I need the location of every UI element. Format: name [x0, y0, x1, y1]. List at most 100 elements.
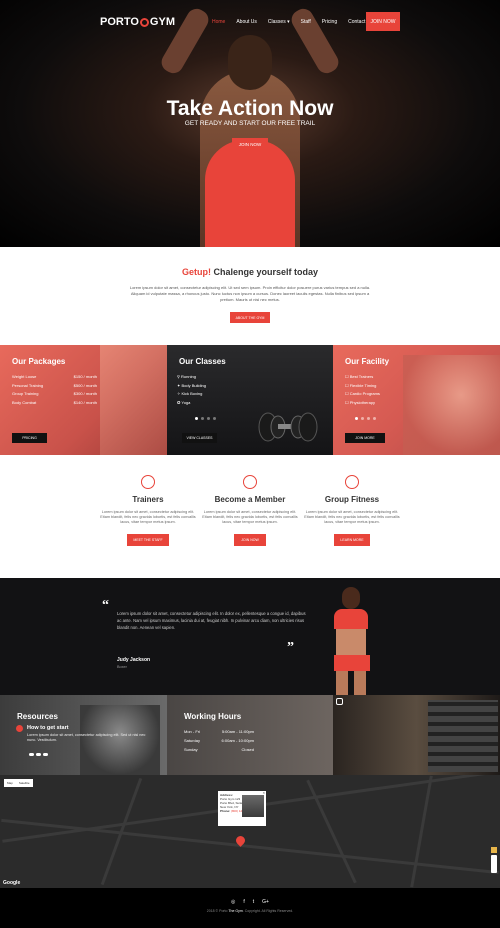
nav-pricing[interactable]: Pricing	[322, 19, 337, 25]
feature-trainers: Trainers Lorem ipsum dolor sit amet, con…	[98, 475, 198, 546]
logo-text-right: GYM	[149, 16, 175, 28]
resources-title: Resources	[17, 712, 58, 721]
footer	[0, 888, 500, 928]
feature-text: Lorem ipsum dolor sit amet, consectetur …	[304, 510, 400, 525]
package-price: $500 / month	[73, 382, 97, 388]
instagram-icon[interactable]: ◎	[231, 899, 235, 905]
view-classes-button[interactable]: VIEW CLASSES	[182, 433, 217, 443]
map-type-map[interactable]: Map	[4, 779, 16, 787]
packages-title: Our Packages	[12, 357, 66, 366]
map-type-control: Map Satellite	[4, 779, 33, 787]
hours-row: Sunday Closed	[184, 745, 254, 754]
feature-title: Group Fitness	[324, 495, 380, 504]
copyright-brand: The Gym	[228, 909, 243, 913]
package-name: Group Training	[12, 391, 39, 396]
hours-time: Closed	[241, 747, 254, 752]
hours-table: Mon - Fri 5:00am - 11:00pm Saturday 6:00am…	[184, 727, 254, 754]
classes-title: Our Classes	[179, 357, 226, 366]
meet-staff-button[interactable]: MEET THE STAFF	[127, 533, 169, 546]
package-price: $150 / month	[73, 374, 97, 379]
carousel-dot[interactable]	[195, 417, 198, 420]
facility-list: ☐ Best Trainers ☐ Flexible Timing ☐ Card…	[345, 373, 380, 407]
dumbbell-image	[258, 412, 318, 442]
class-item-label: Yoga	[181, 399, 191, 405]
hero-tanktop	[205, 140, 295, 247]
class-item[interactable]: ✪ Yoga	[177, 399, 206, 408]
social-links: ◎ f t G+	[0, 899, 500, 905]
intro-title: Getup! Chalenge yourself today	[0, 267, 500, 277]
carousel-dot[interactable]	[361, 417, 364, 420]
hero-join-button[interactable]: JOIN NOW	[232, 138, 268, 151]
join-more-button[interactable]: JOIN MORE	[345, 433, 385, 443]
carousel-dot[interactable]	[373, 417, 376, 420]
close-icon[interactable]: ×	[263, 791, 265, 795]
gym-weights-rack	[428, 700, 498, 772]
testimonial-name: Judy Jackson	[117, 657, 151, 663]
facility-item-label: Flexible Timing	[349, 382, 377, 388]
package-name: Body Combat	[12, 399, 37, 405]
copyright-prefix: 2018 © Porto	[206, 909, 229, 913]
nav-about[interactable]: About Us	[236, 19, 257, 25]
carousel-dot[interactable]	[43, 753, 48, 756]
nav-home[interactable]: Home	[212, 19, 225, 25]
classes-carousel-dots	[195, 417, 216, 420]
info-gym-photo	[242, 795, 264, 817]
package-row: Body Combat $140 / month	[12, 399, 97, 408]
map-type-satellite[interactable]: Satellite	[15, 779, 33, 787]
facebook-icon[interactable]: f	[243, 899, 244, 905]
copyright: 2018 © Porto The Gym. Copyright. All Rig…	[0, 909, 500, 913]
feature-text: Lorem ipsum dolor sit amet, consectetur …	[202, 510, 298, 525]
class-item[interactable]: ⚲ Running	[177, 373, 206, 382]
resources-panel: Resources How to get start Lorem ipsum d…	[0, 695, 167, 775]
packages-photo	[100, 345, 167, 455]
facility-item-label: Best Trainers	[349, 374, 374, 379]
zoom-control[interactable]	[491, 855, 497, 873]
feature-group-fitness: Group Fitness Lorem ipsum dolor sit amet…	[302, 475, 402, 546]
trainer-icon	[141, 475, 155, 489]
facility-item-label: Physiotherapy	[349, 399, 376, 405]
feature-text: Lorem ipsum dolor sit amet, consectetur …	[100, 510, 196, 525]
hours-row: Mon - Fri 5:00am - 11:00pm	[184, 727, 254, 736]
package-row: Group Training $300 / month	[12, 390, 97, 399]
pricing-button[interactable]: PRICING	[12, 433, 47, 443]
about-gym-button[interactable]: ABOUT THE GYM	[230, 312, 270, 323]
header-join-button[interactable]: JOIN NOW	[366, 12, 400, 31]
resource-item-title[interactable]: How to get start	[27, 725, 69, 731]
carousel-dot[interactable]	[201, 417, 204, 420]
carousel-dot[interactable]	[213, 417, 216, 420]
instagram-icon[interactable]	[336, 698, 343, 705]
google-plus-icon[interactable]: G+	[262, 899, 269, 905]
open-quote-icon: “	[102, 598, 109, 613]
class-item[interactable]: ✦ Body Building	[177, 382, 206, 391]
carousel-dot[interactable]	[36, 753, 41, 756]
carousel-dot[interactable]	[367, 417, 370, 420]
twitter-icon[interactable]: t	[253, 899, 254, 905]
nav-classes[interactable]: Classes ▾	[268, 19, 290, 25]
nav-staff[interactable]: Staff	[301, 19, 311, 25]
facility-panel: Our Facility ☐ Best Trainers ☐ Flexible …	[333, 345, 500, 455]
class-item-label: Kick Boxing	[181, 391, 203, 396]
feature-title: Trainers	[132, 495, 164, 504]
packages-panel: Our Packages Weight Loose $150 / month Pe…	[0, 345, 167, 455]
hours-day: Mon - Fri	[184, 729, 200, 734]
class-item[interactable]: ✧ Kick Boxing	[177, 390, 206, 399]
logo-text-left: PORTO	[100, 16, 139, 28]
carousel-dot[interactable]	[207, 417, 210, 420]
learn-more-button[interactable]: LEARN MORE	[334, 533, 370, 546]
logo-ring-icon	[139, 17, 149, 27]
hours-day: Saturday	[184, 738, 201, 743]
hours-time: 6:00am - 10:00pm	[221, 738, 254, 743]
copyright-suffix: . Copyright. All Rights Reserved.	[242, 909, 294, 913]
facility-item: ☐ Cardio Programs	[345, 390, 380, 399]
feature-join-button[interactable]: JOIN NOW	[234, 533, 266, 546]
google-logo: Google	[3, 880, 21, 886]
intro-text: Lorem ipsum dolor sit amet, consectetur …	[129, 285, 371, 302]
carousel-dot[interactable]	[29, 753, 34, 756]
group-icon	[345, 475, 359, 489]
street-view-icon[interactable]	[491, 847, 497, 853]
carousel-dot[interactable]	[355, 417, 358, 420]
site-logo[interactable]: PORTO GYM	[100, 16, 175, 28]
facility-item: ☐ Flexible Timing	[345, 382, 380, 391]
classes-list: ⚲ Running ✦ Body Building ✧ Kick Boxing …	[177, 373, 206, 407]
intro-title-rest: Chalenge yourself today	[210, 267, 319, 277]
